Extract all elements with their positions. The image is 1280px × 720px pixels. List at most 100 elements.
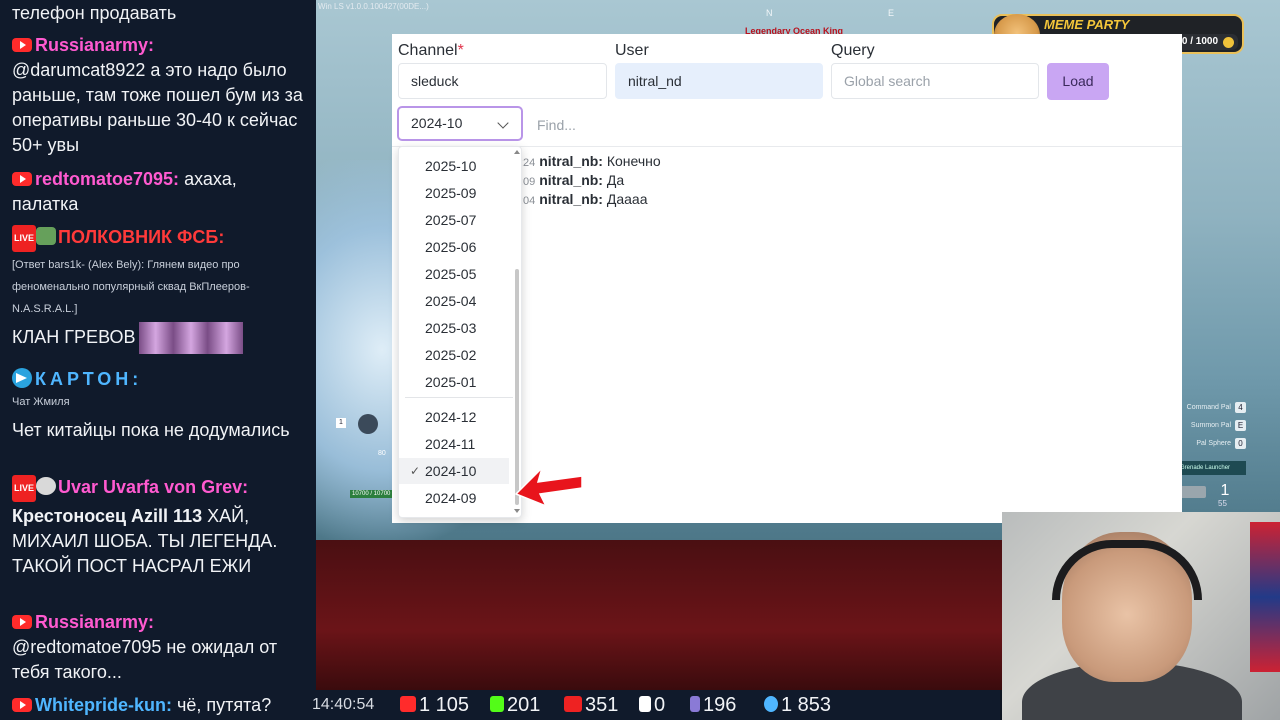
user-label: User	[615, 42, 649, 59]
kick-icon	[490, 695, 504, 712]
rutube-viewers: 0	[639, 694, 665, 717]
chat-message: Russianarmy: @redtomatoe7095 не ожидал о…	[12, 610, 304, 685]
chat-line: телефон продавать	[12, 3, 177, 23]
player-level: 80	[378, 450, 386, 457]
chat-message: Чет китайцы пока не додумались	[12, 418, 304, 443]
coin-icon	[1223, 37, 1234, 48]
chat-text: чё, путята?	[177, 695, 272, 715]
channel-label: Channel*	[398, 42, 464, 59]
chat-text-highlight: Крестоносец Azill 113	[12, 506, 203, 526]
weapon-icon	[1180, 486, 1206, 498]
chevron-down-icon	[497, 117, 509, 129]
channel-input[interactable]: sleduck	[398, 63, 607, 99]
chat-author: Uvar Uvarfa von Grev:	[58, 477, 249, 497]
ammo-count: 1	[1220, 482, 1230, 499]
chat-author: КАРТОН:	[35, 369, 143, 389]
load-button[interactable]: Load	[1047, 63, 1109, 100]
month-option[interactable]: 2025-02	[399, 342, 509, 368]
youtube-icon	[12, 172, 32, 186]
stream-chat: телефон продавать Russianarmy: @darumcat…	[0, 0, 316, 720]
month-option[interactable]: 2025-01	[399, 369, 509, 395]
month-option[interactable]: 2025-03	[399, 315, 509, 341]
stream-clock: 14:40:54	[312, 696, 375, 713]
rutube-icon	[639, 695, 651, 712]
chat-message: Russianarmy: @darumcat8922 а это надо бы…	[12, 33, 304, 158]
check-icon: ✓	[410, 464, 421, 478]
hourglass-icon	[690, 695, 700, 712]
log-line: :09 nitral_nb: Да	[520, 172, 625, 188]
player-hp: 10700 / 10700	[350, 490, 398, 498]
hourglass-count: 196	[690, 694, 736, 717]
chat-author: Whitepride-kun:	[35, 695, 172, 715]
month-select-value: 2024-10	[411, 115, 463, 131]
chat-message: LIVE ПОЛКОВНИК ФСБ: [Ответ bars1k- (Alex …	[12, 225, 304, 320]
ammo-reserve: 55	[1218, 499, 1227, 508]
webcam-feed	[1002, 512, 1280, 720]
find-input[interactable]: Find...	[537, 117, 576, 133]
scroll-up-icon[interactable]	[514, 150, 520, 154]
youtube-icon	[12, 698, 32, 712]
query-label: Query	[831, 42, 875, 59]
badge-icon	[36, 227, 57, 245]
chat-author: redtomatoe7095:	[35, 169, 180, 189]
emote-image	[139, 322, 244, 354]
hud-row-summon-pal: Summon Pal E	[1178, 416, 1246, 434]
chat-message: КАРТОН: Чат Жмиля	[12, 365, 304, 412]
chat-author: Russianarmy:	[35, 35, 155, 55]
headset-icon	[1052, 540, 1202, 600]
user-input[interactable]: nitral_nd	[615, 63, 823, 99]
youtube-icon	[12, 38, 32, 52]
vk-live-icon: LIVE	[12, 475, 37, 502]
flag-image	[1250, 522, 1280, 672]
month-option[interactable]: 2025-10	[399, 153, 509, 179]
chat-message: LIVE Uvar Uvarfa von Grev: Крестоносец Az…	[12, 475, 308, 579]
month-select[interactable]: 2024-10	[397, 106, 523, 141]
month-option[interactable]: 2025-09	[399, 180, 509, 206]
kick-viewers: 201	[490, 694, 540, 717]
month-option[interactable]: 2024-12	[399, 404, 509, 430]
chat-text: КЛАН ГРЕВОВ	[12, 326, 136, 347]
vk-live-icon	[564, 695, 582, 712]
month-option[interactable]: 2025-05	[399, 261, 509, 287]
total-viewers: 1 853	[764, 694, 831, 717]
chat-text: Чет китайцы пока не додумались	[12, 420, 290, 440]
badge-icon	[36, 477, 57, 495]
month-option[interactable]: 2025-04	[399, 288, 509, 314]
youtube-icon	[12, 615, 32, 629]
month-option[interactable]: 2024-11	[399, 431, 509, 457]
month-option[interactable]: 2024-09	[399, 485, 509, 511]
chat-message: redtomatoe7095: ахаха, палатка	[12, 167, 304, 217]
hud-row-pal-sphere: Pal Sphere 0	[1178, 434, 1246, 452]
weapon-name: Grenade Launcher	[1172, 461, 1246, 475]
vk-viewers: 351	[564, 694, 618, 717]
month-option-selected[interactable]: ✓ 2024-10	[399, 458, 509, 484]
chat-author: Russianarmy:	[35, 612, 155, 632]
youtube-viewers: 1 105	[400, 694, 469, 717]
red-arrow-annotation	[514, 465, 583, 508]
youtube-icon	[400, 695, 416, 712]
compass-east: E	[888, 8, 895, 18]
query-input[interactable]: Global search	[831, 63, 1039, 99]
chat-text: Чат Жмиля	[12, 396, 70, 408]
log-line: :04 nitral_nb: Даааа	[520, 191, 648, 207]
hud-row-command-pal: Command Pal 4	[1178, 398, 1246, 416]
chat-text: @darumcat8922 а это надо было раньше, та…	[12, 60, 303, 155]
compass-north: N	[766, 8, 773, 18]
pal-controls: Command Pal 4 Summon Pal E Pal Sphere 0	[1178, 398, 1246, 452]
month-option[interactable]: 2025-07	[399, 207, 509, 233]
chat-author: ПОЛКОВНИК ФСБ:	[58, 227, 225, 247]
vk-live-icon: LIVE	[12, 225, 37, 252]
chat-message: Whitepride-kun: чё, путята?	[12, 693, 271, 718]
game-window-label: Win LS v1.0.0.100427(00DE...)	[318, 2, 429, 11]
month-option[interactable]: 2025-06	[399, 234, 509, 260]
chat-text: [Ответ bars1k- (Alex Bely): Глянем видео…	[12, 259, 250, 315]
chat-message: КЛАН ГРЕВОВ	[12, 322, 304, 354]
chat-text: @redtomatoe7095 не ожидал от тебя такого…	[12, 637, 278, 682]
telegram-icon	[12, 368, 32, 388]
month-dropdown: 2025-10 2025-09 2025-07 2025-06 2025-05 …	[398, 146, 522, 518]
meme-party-title: MEME PARTY	[1044, 17, 1130, 32]
log-line: :24 nitral_nb: Конечно	[520, 153, 661, 169]
stream-stats-bar: Whitepride-kun: чё, путята? 14:40:54 1 1…	[0, 690, 1000, 720]
scroll-down-icon[interactable]	[514, 509, 520, 513]
user-icon	[764, 695, 778, 712]
